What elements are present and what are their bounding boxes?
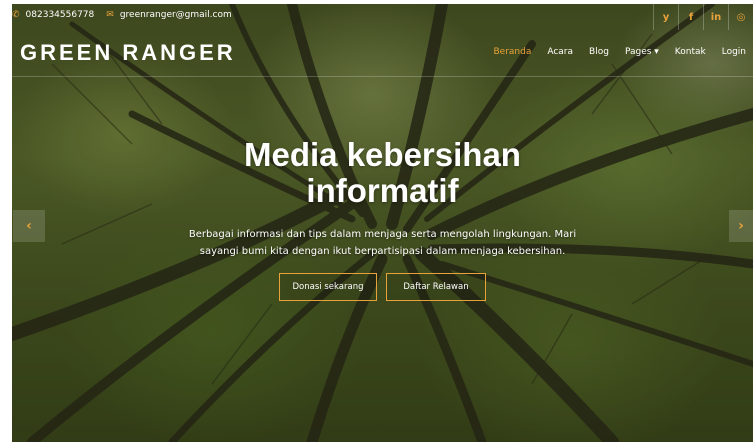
nav-item-blog[interactable]: Blog — [589, 47, 609, 57]
nav-item-login[interactable]: Login — [722, 47, 746, 57]
email-address[interactable]: greenranger@gmail.com — [120, 10, 232, 20]
nav-item-beranda[interactable]: Beranda — [493, 47, 531, 57]
twitter-icon[interactable]: y — [653, 4, 678, 30]
instagram-icon[interactable]: ◎ — [728, 4, 753, 30]
hero-title-line-1: Media kebersihan — [244, 136, 521, 173]
nav-item-pages-dropdown[interactable]: Pages ▾ — [625, 47, 659, 57]
brand-logo[interactable]: GREEN RANGER — [20, 40, 236, 66]
contact-info: ✆ 082334556778 ✉ greenranger@gmail.com — [12, 10, 232, 20]
phone-number[interactable]: 082334556778 — [26, 10, 95, 20]
nav-item-acara[interactable]: Acara — [547, 47, 573, 57]
carousel-next-icon[interactable]: › — [729, 210, 753, 242]
nav-item-kontak[interactable]: Kontak — [675, 47, 706, 57]
carousel-prev-icon[interactable]: ‹ — [13, 210, 45, 242]
linkedin-icon[interactable]: in — [703, 4, 728, 30]
social-links: y f in ◎ — [653, 4, 753, 30]
main-navbar: GREEN RANGER Beranda Acara Blog Pages ▾ … — [12, 30, 753, 77]
hero-description: Berbagai informasi dan tips dalam menjag… — [188, 229, 577, 257]
top-bar: ✆ 082334556778 ✉ greenranger@gmail.com y… — [12, 4, 753, 30]
hero-buttons: Donasi sekarang Daftar Relawan — [12, 273, 753, 301]
hero-title-line-2: informatif — [306, 172, 459, 209]
hero-content: Media kebersihan informatif Berbagai inf… — [12, 130, 753, 301]
donate-button[interactable]: Donasi sekarang — [279, 273, 377, 301]
volunteer-button[interactable]: Daftar Relawan — [386, 273, 486, 301]
page: ✆ 082334556778 ✉ greenranger@gmail.com y… — [0, 0, 753, 442]
phone-icon: ✆ — [12, 10, 20, 20]
nav-menu: Beranda Acara Blog Pages ▾ Kontak Login — [493, 47, 746, 57]
hero-title: Media kebersihan informatif — [12, 137, 753, 209]
facebook-icon[interactable]: f — [678, 4, 703, 30]
mail-icon: ✉ — [106, 10, 114, 20]
